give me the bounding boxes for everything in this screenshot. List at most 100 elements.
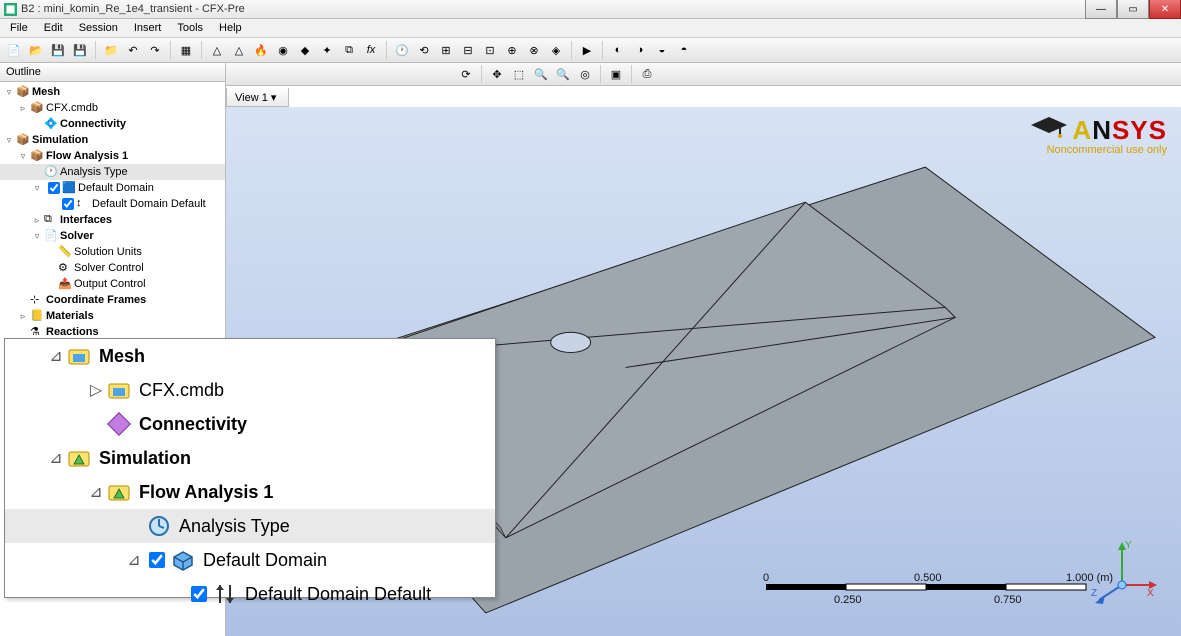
outline-tab[interactable]: Outline bbox=[0, 63, 225, 82]
scale-tick: 0.750 bbox=[994, 594, 1022, 606]
tree-materials[interactable]: ▹📒Materials bbox=[0, 308, 225, 324]
clock-icon[interactable]: 🕐 bbox=[392, 40, 412, 60]
menu-help[interactable]: Help bbox=[213, 22, 248, 34]
domain-checkbox[interactable] bbox=[48, 182, 60, 194]
tree-label: Default Domain bbox=[78, 182, 154, 194]
zoom-domain-default-checkbox[interactable] bbox=[191, 586, 207, 602]
source-icon[interactable]: ✦ bbox=[317, 40, 337, 60]
separator bbox=[481, 65, 482, 83]
menu-file[interactable]: File bbox=[4, 22, 34, 34]
separator bbox=[95, 41, 96, 59]
run-icon[interactable]: ▶ bbox=[577, 40, 597, 60]
menu-bar: File Edit Session Insert Tools Help bbox=[0, 19, 1181, 38]
tree-flow[interactable]: ▿📦Flow Analysis 1 bbox=[0, 148, 225, 164]
separator bbox=[170, 41, 171, 59]
view-toolbar: ⟳ ✥ ⬚ 🔍 🔍 ◎ ▣ ⎙ bbox=[226, 63, 1181, 86]
tree-label: Materials bbox=[46, 310, 94, 322]
mesh-icon[interactable]: ▦ bbox=[176, 40, 196, 60]
zoom-label: Simulation bbox=[99, 448, 191, 469]
subdomain-icon[interactable]: ◆ bbox=[295, 40, 315, 60]
param1-icon[interactable]: △ bbox=[207, 40, 227, 60]
domain-default-checkbox[interactable] bbox=[62, 198, 74, 210]
tree-output-control[interactable]: 📤Output Control bbox=[0, 276, 225, 292]
zoom-label: Default Domain bbox=[203, 550, 327, 571]
saveas-icon[interactable]: 💾 bbox=[70, 40, 90, 60]
misc3-icon[interactable]: ◒ bbox=[652, 40, 672, 60]
menu-insert[interactable]: Insert bbox=[128, 22, 168, 34]
isometric-icon[interactable]: ▣ bbox=[606, 64, 626, 84]
zoom-flow[interactable]: ⊿Flow Analysis 1 bbox=[5, 475, 495, 509]
solver2-icon[interactable]: ⊞ bbox=[436, 40, 456, 60]
undo-icon[interactable]: ↶ bbox=[123, 40, 143, 60]
misc1-icon[interactable]: ◐ bbox=[608, 40, 628, 60]
scale-tick: 0 bbox=[763, 572, 769, 584]
misc4-icon[interactable]: ◓ bbox=[674, 40, 694, 60]
tree-default-domain[interactable]: ▿🟦Default Domain bbox=[0, 180, 225, 196]
solver4-icon[interactable]: ⊡ bbox=[480, 40, 500, 60]
solver6-icon[interactable]: ⊗ bbox=[524, 40, 544, 60]
zoomout-icon[interactable]: 🔍 bbox=[553, 64, 573, 84]
zoom-default-domain-default[interactable]: Default Domain Default bbox=[5, 577, 495, 611]
tree-interfaces[interactable]: ▹⧉Interfaces bbox=[0, 212, 225, 228]
menu-session[interactable]: Session bbox=[73, 22, 124, 34]
menu-tools[interactable]: Tools bbox=[171, 22, 209, 34]
open-icon[interactable]: 📂 bbox=[26, 40, 46, 60]
zoom-cfx[interactable]: ▷CFX.cmdb bbox=[5, 373, 495, 407]
solver7-icon[interactable]: ◈ bbox=[546, 40, 566, 60]
tree-conn[interactable]: 💠Connectivity bbox=[0, 116, 225, 132]
zoomin-icon[interactable]: 🔍 bbox=[531, 64, 551, 84]
tree-cfx[interactable]: ▹📦CFX.cmdb bbox=[0, 100, 225, 116]
save-icon[interactable]: 💾 bbox=[48, 40, 68, 60]
zoom-mesh[interactable]: ⊿Mesh bbox=[5, 339, 495, 373]
flame-icon[interactable]: 🔥 bbox=[251, 40, 271, 60]
axis-x-label: X bbox=[1147, 588, 1154, 599]
zoom-default-domain[interactable]: ⊿Default Domain bbox=[5, 543, 495, 577]
tree-label: Flow Analysis 1 bbox=[46, 150, 128, 162]
tree-label: Output Control bbox=[74, 278, 146, 290]
tree-label: Reactions bbox=[46, 326, 99, 338]
fx-icon[interactable]: fx bbox=[361, 40, 381, 60]
solver5-icon[interactable]: ⊕ bbox=[502, 40, 522, 60]
maximize-button[interactable]: ▭ bbox=[1117, 0, 1149, 19]
fit-icon[interactable]: ◎ bbox=[575, 64, 595, 84]
zoombox-icon[interactable]: ⬚ bbox=[509, 64, 529, 84]
param2-icon[interactable]: △ bbox=[229, 40, 249, 60]
axis-y-label: Y bbox=[1125, 540, 1132, 551]
folder-icon[interactable]: 📁 bbox=[101, 40, 121, 60]
misc2-icon[interactable]: ◑ bbox=[630, 40, 650, 60]
tree-solver[interactable]: ▿📄Solver bbox=[0, 228, 225, 244]
solver3-icon[interactable]: ⊟ bbox=[458, 40, 478, 60]
zoom-overlay: ⊿Mesh ▷CFX.cmdb Connectivity ⊿Simulation… bbox=[4, 338, 496, 598]
zoom-label: Mesh bbox=[99, 346, 145, 367]
zoom-conn[interactable]: Connectivity bbox=[5, 407, 495, 441]
tree-analysis-type[interactable]: 🕐Analysis Type bbox=[0, 164, 225, 180]
tree-label: Simulation bbox=[32, 134, 88, 146]
bc-icon[interactable]: ◉ bbox=[273, 40, 293, 60]
menu-edit[interactable]: Edit bbox=[38, 22, 69, 34]
tree-solution-units[interactable]: 📏Solution Units bbox=[0, 244, 225, 260]
tree-label: Solution Units bbox=[74, 246, 142, 258]
new-icon[interactable]: 📄 bbox=[4, 40, 24, 60]
tree-label: Solver bbox=[60, 230, 94, 242]
tree-solver-control[interactable]: ⚙Solver Control bbox=[0, 260, 225, 276]
zoom-analysis-type[interactable]: Analysis Type bbox=[5, 509, 495, 543]
close-button[interactable]: ✕ bbox=[1149, 0, 1181, 19]
redo-icon[interactable]: ↷ bbox=[145, 40, 165, 60]
snapshot-icon[interactable]: ⎙ bbox=[637, 64, 657, 84]
interface-icon[interactable]: ⧉ bbox=[339, 40, 359, 60]
zoom-sim[interactable]: ⊿Simulation bbox=[5, 441, 495, 475]
separator bbox=[386, 41, 387, 59]
tree-sim[interactable]: ▿📦Simulation bbox=[0, 132, 225, 148]
zoom-label: Default Domain Default bbox=[245, 584, 431, 605]
zoom-label: CFX.cmdb bbox=[139, 380, 224, 401]
view-tab[interactable]: View 1 ▾ bbox=[226, 88, 289, 107]
tree-default-domain-default[interactable]: ↕Default Domain Default bbox=[0, 196, 225, 212]
solver1-icon[interactable]: ⟲ bbox=[414, 40, 434, 60]
zoom-domain-checkbox[interactable] bbox=[149, 552, 165, 568]
separator bbox=[631, 65, 632, 83]
pan-icon[interactable]: ✥ bbox=[487, 64, 507, 84]
tree-mesh[interactable]: ▿📦Mesh bbox=[0, 84, 225, 100]
tree-coord-frames[interactable]: ⊹Coordinate Frames bbox=[0, 292, 225, 308]
orbit-icon[interactable]: ⟳ bbox=[456, 64, 476, 84]
minimize-button[interactable]: — bbox=[1085, 0, 1117, 19]
